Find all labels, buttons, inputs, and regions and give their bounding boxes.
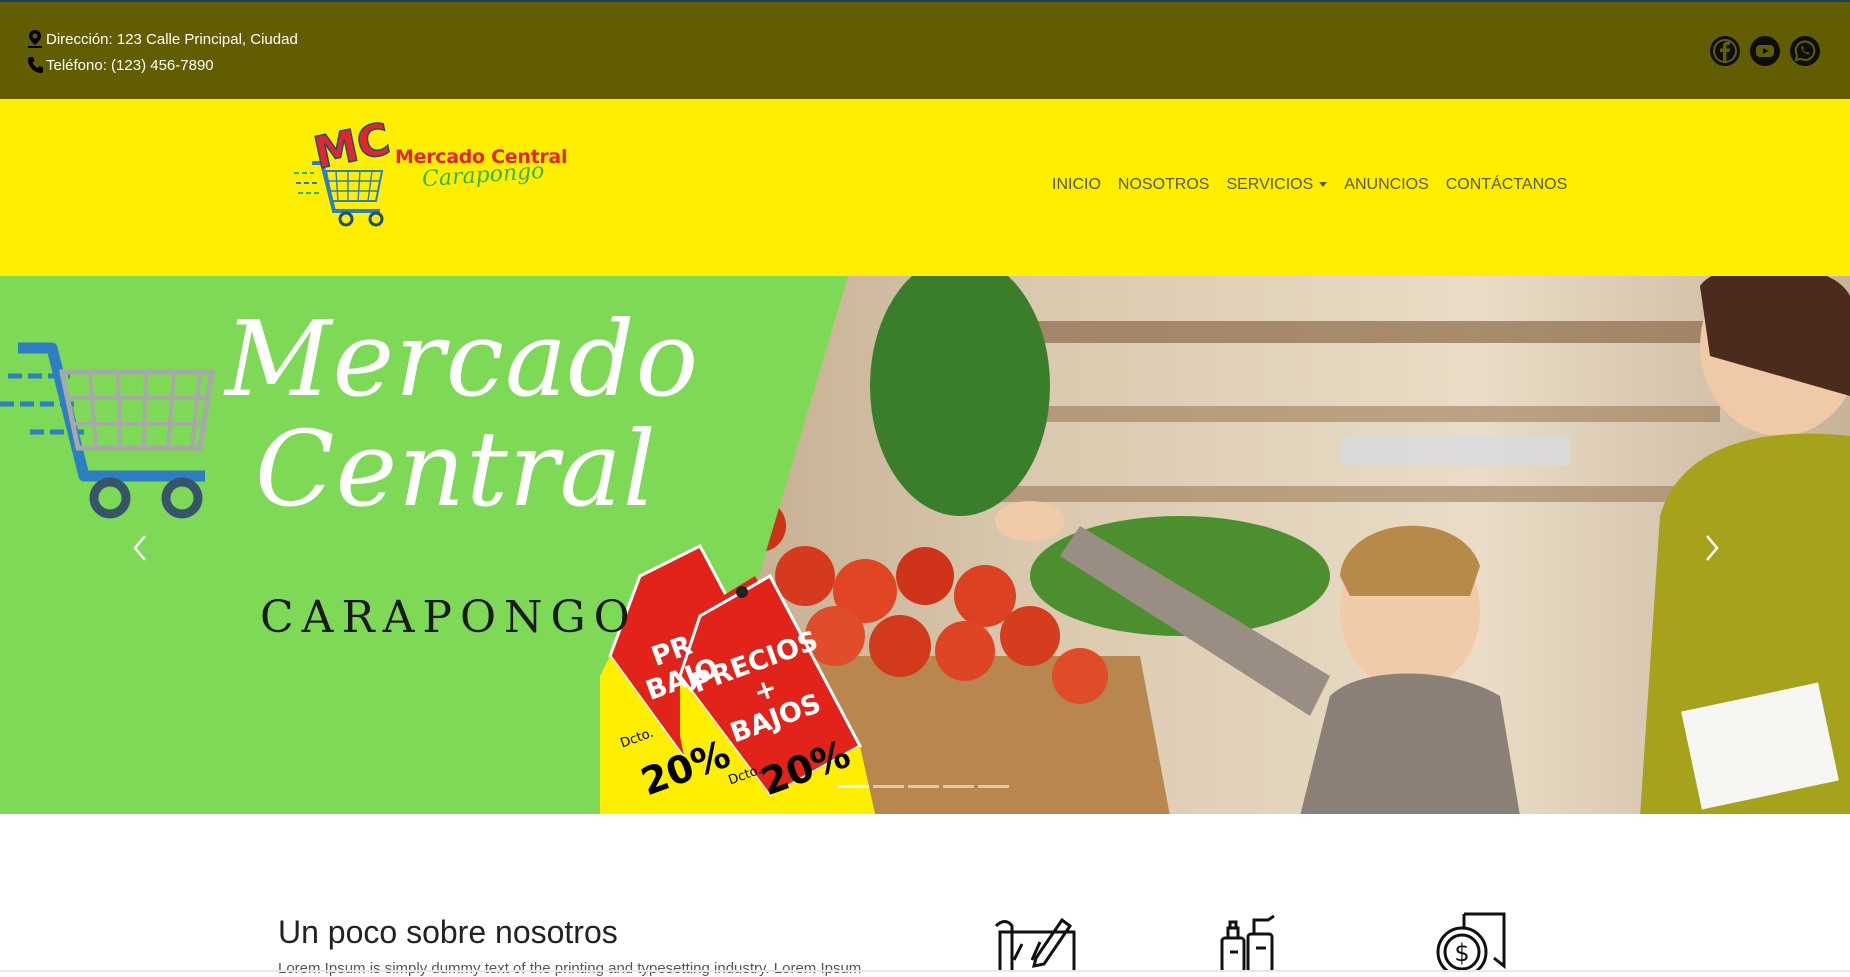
about-title: Un poco sobre nosotros bbox=[278, 914, 618, 950]
main-header: MC Mercado Central Carapongo INICIO NOSO… bbox=[0, 99, 1850, 276]
money-delivery-icon: $ bbox=[1436, 912, 1506, 972]
carousel-indicators bbox=[838, 785, 1009, 788]
carousel-indicator[interactable] bbox=[978, 785, 1009, 788]
location-pin-icon bbox=[28, 30, 42, 48]
cleaning-supplies-icon bbox=[1220, 914, 1275, 972]
carousel-indicator[interactable] bbox=[908, 785, 939, 788]
whatsapp-icon[interactable] bbox=[1790, 36, 1820, 66]
address-line: Dirección: 123 Calle Principal, Ciudad bbox=[26, 29, 298, 49]
hero-subtitle: CARAPONGO bbox=[260, 592, 638, 643]
nav-item-servicios-dropdown[interactable]: SERVICIOS bbox=[1226, 176, 1328, 194]
nav-item-anuncios[interactable]: ANUNCIOS bbox=[1344, 176, 1428, 194]
phone-line: Teléfono: (123) 456-7890 bbox=[26, 55, 214, 75]
social-links bbox=[1710, 36, 1820, 66]
carousel-indicator[interactable] bbox=[838, 785, 869, 788]
nav-item-inicio[interactable]: INICIO bbox=[1052, 176, 1101, 194]
phone-icon bbox=[28, 57, 43, 73]
hero-brand-title: Mercado Central bbox=[225, 304, 699, 524]
hero-title-line1: Mercado bbox=[225, 298, 700, 420]
carousel-indicator[interactable] bbox=[873, 785, 904, 788]
chevron-right-icon bbox=[1706, 535, 1719, 561]
svg-text:$: $ bbox=[1454, 939, 1469, 967]
main-navigation: INICIO NOSOTROS SERVICIOS ANUNCIOS CONTÁ… bbox=[1052, 176, 1567, 194]
top-info-bar: Dirección: 123 Calle Principal, Ciudad T… bbox=[0, 0, 1850, 99]
chevron-down-icon bbox=[1319, 182, 1328, 188]
nav-item-contactanos[interactable]: CONTÁCTANOS bbox=[1446, 176, 1567, 194]
nav-item-servicios-label: SERVICIOS bbox=[1226, 176, 1314, 193]
carousel-next-button[interactable] bbox=[1697, 528, 1727, 568]
phone-text: Teléfono: (123) 456-7890 bbox=[46, 56, 214, 74]
address-text: Dirección: 123 Calle Principal, Ciudad bbox=[46, 30, 298, 48]
carousel-indicator[interactable] bbox=[943, 785, 974, 788]
about-text: Lorem Ipsum is simply dummy text of the … bbox=[278, 960, 862, 977]
hero-carousel: Mercado Central CARAPONGO PR BAJO PRECIO… bbox=[0, 276, 1850, 814]
site-logo[interactable]: MC Mercado Central Carapongo bbox=[292, 113, 582, 243]
chevron-left-icon bbox=[133, 535, 146, 561]
youtube-icon[interactable] bbox=[1750, 36, 1780, 66]
hero-title-line2: Central bbox=[255, 408, 657, 530]
carousel-prev-button[interactable] bbox=[125, 528, 155, 568]
facebook-icon[interactable] bbox=[1710, 36, 1740, 66]
planning-icon bbox=[994, 917, 1076, 972]
nav-item-nosotros[interactable]: NOSOTROS bbox=[1118, 176, 1210, 194]
